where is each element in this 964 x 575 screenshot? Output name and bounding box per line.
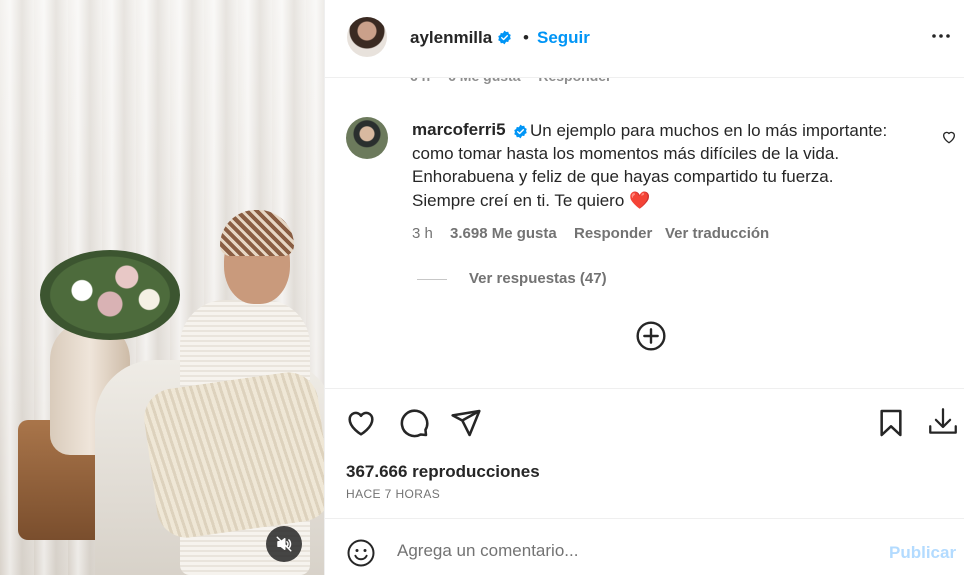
emoji-smile-icon[interactable] [346,538,376,568]
more-options-icon[interactable] [929,24,953,48]
plus-circle-icon[interactable] [635,320,667,352]
view-replies-button[interactable]: Ver respuestas (47) [469,270,607,287]
flower-bouquet [40,250,180,340]
post-media[interactable] [0,0,324,575]
replies-divider [417,279,447,280]
comment-reply-button[interactable]: Responder [574,225,652,242]
post-details-panel: aylenmilla • Seguir 6 h 6 Me gusta Respo… [324,0,964,575]
owner-username[interactable]: aylenmilla [410,28,492,48]
comment-translate-button[interactable]: Ver traducción [665,225,769,242]
header-separator: • [523,28,529,47]
comment-line-3: Enhorabuena y feliz de que hayas compart… [412,167,834,187]
commenter-username[interactable]: marcoferri5 [412,120,506,140]
verified-badge-icon [513,124,528,139]
red-heart-emoji: ❤️ [629,190,651,210]
heart-icon[interactable] [345,407,377,439]
comment-input[interactable] [397,537,877,565]
comment-line-1: Un ejemplo para muchos en lo más importa… [530,121,888,140]
post-time-ago: HACE 7 HORAS [346,487,441,501]
post-actions: 367.666 reproducciones HACE 7 HORAS [325,388,964,518]
muted-speaker-icon [275,535,293,553]
add-comment-bar: Publicar [325,518,964,575]
shawl [140,368,324,542]
follow-button[interactable]: Seguir [537,28,590,48]
comment-line-2: como tomar hasta los momentos más difíci… [412,144,840,164]
comment-likes[interactable]: 3.698 Me gusta [450,225,557,242]
mute-toggle-button[interactable] [266,526,302,562]
download-icon[interactable] [926,405,958,437]
comment-like-heart-icon[interactable] [941,129,957,145]
owner-avatar[interactable] [347,17,387,57]
comment-bubble-icon[interactable] [398,407,430,439]
verified-badge-icon [497,30,512,45]
comment-line-4: Siempre creí en ti. Te quiero [412,190,625,210]
bookmark-icon[interactable] [875,407,907,439]
publish-button[interactable]: Publicar [889,543,956,563]
post-header: aylenmilla • Seguir [325,0,964,78]
paper-plane-icon[interactable] [450,407,482,439]
comment-time: 3 h [412,225,433,242]
commenter-avatar[interactable] [346,117,388,159]
views-count[interactable]: 367.666 reproducciones [346,462,540,482]
